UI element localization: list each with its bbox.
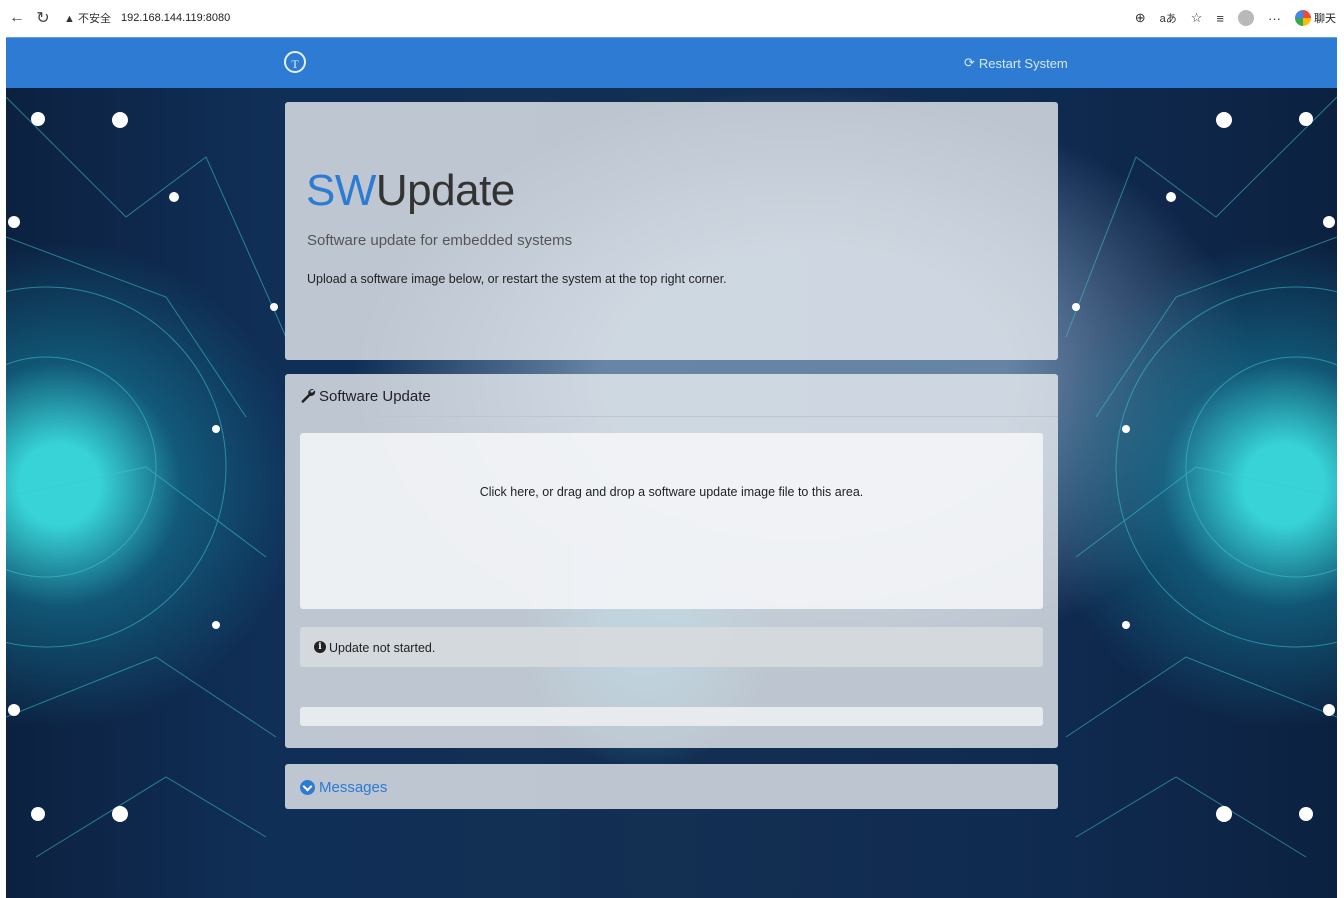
messages-label: Messages bbox=[319, 779, 388, 796]
panel-title: Software Update bbox=[319, 388, 431, 405]
progress-bar bbox=[300, 707, 1043, 726]
brand-logo[interactable]: T bbox=[284, 51, 306, 73]
favorite-star-icon[interactable]: ☆ bbox=[1191, 10, 1203, 26]
upload-dropzone[interactable]: Click here, or drag and drop a software … bbox=[300, 433, 1043, 609]
title-rest: Update bbox=[375, 166, 515, 215]
page-title: SWUpdate bbox=[306, 166, 515, 216]
chat-label: 聊天 bbox=[1314, 13, 1336, 25]
wrench-icon bbox=[301, 389, 316, 403]
page-intro: Upload a software image below, or restar… bbox=[307, 272, 727, 286]
page-tagline: Software update for embedded systems bbox=[307, 232, 573, 249]
messages-toggle[interactable]: Messages bbox=[285, 764, 1058, 809]
restart-system-button[interactable]: ⟳ Restart System bbox=[964, 55, 1068, 71]
refresh-icon: ⟳ bbox=[964, 55, 975, 70]
favorites-list-icon[interactable]: ≡ bbox=[1216, 11, 1224, 26]
more-menu-icon[interactable]: ··· bbox=[1268, 11, 1281, 26]
read-aloud-icon[interactable]: aあ bbox=[1160, 10, 1177, 26]
restart-label: Restart System bbox=[978, 55, 1068, 71]
url-text: 192.168.144.119:8080 bbox=[120, 12, 231, 24]
dropzone-text: Click here, or drag and drop a software … bbox=[479, 485, 864, 499]
address-bar[interactable]: ▲ 不安全 192.168.144.119:8080 bbox=[58, 5, 1208, 31]
reload-icon[interactable]: ↻ bbox=[30, 8, 56, 28]
jumbotron: SWUpdate Software update for embedded sy… bbox=[285, 102, 1058, 360]
panel-heading: Software Update bbox=[285, 374, 1058, 417]
browser-toolbar: ← ↻ ▲ 不安全 192.168.144.119:8080 ⊕ aあ ☆ ≡ … bbox=[0, 0, 1344, 36]
status-alert: i Update not started. bbox=[300, 627, 1043, 667]
profile-avatar[interactable] bbox=[1238, 10, 1254, 26]
software-update-panel: Software Update Click here, or drag and … bbox=[285, 374, 1058, 748]
page-viewport: T ⟳ Restart System SWUpdate Software upd… bbox=[6, 37, 1337, 898]
chat-button[interactable]: 聊天 bbox=[1295, 10, 1336, 26]
title-accent: SW bbox=[306, 166, 376, 215]
chevron-down-circle-icon bbox=[300, 780, 315, 795]
browser-right-tools: ⊕ aあ ☆ ≡ ··· 聊天 bbox=[1135, 0, 1336, 36]
top-navbar: T ⟳ Restart System bbox=[6, 37, 1337, 88]
translate-icon[interactable]: ⊕ bbox=[1135, 10, 1146, 26]
security-warning[interactable]: ▲ 不安全 bbox=[64, 10, 111, 26]
back-icon[interactable]: ← bbox=[4, 9, 30, 27]
info-icon: i bbox=[314, 641, 326, 653]
copilot-logo-icon bbox=[1295, 10, 1311, 26]
status-text: Update not started. bbox=[329, 641, 436, 655]
